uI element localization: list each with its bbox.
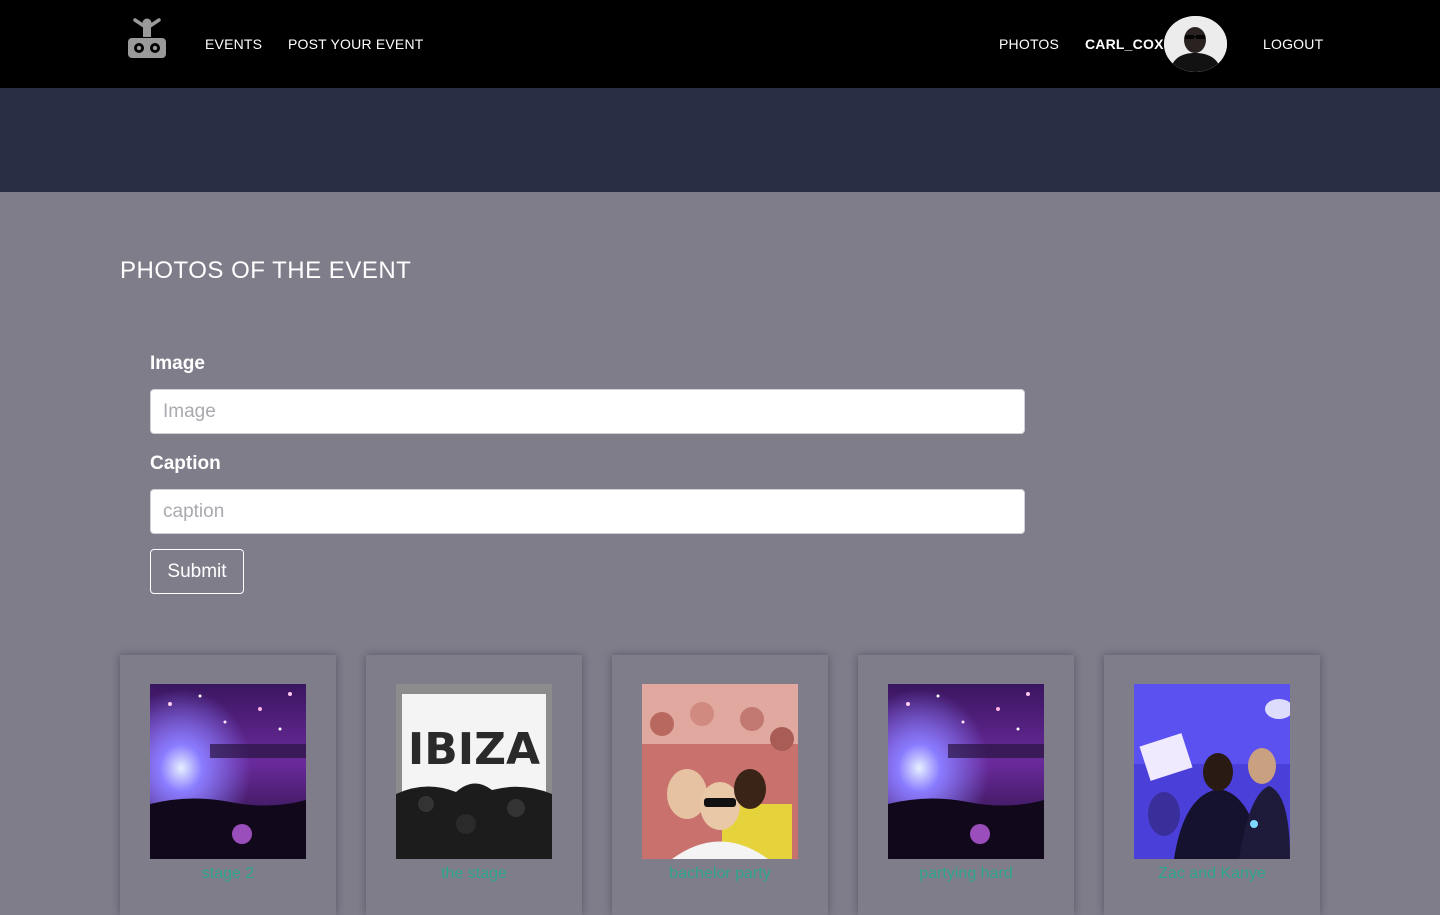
- dj-robot-logo-icon[interactable]: [125, 16, 169, 62]
- photo-caption-link[interactable]: stage 2: [120, 863, 336, 885]
- ibiza-sign-text: IBIZA: [408, 724, 540, 775]
- photo-card: partying hard: [858, 655, 1074, 915]
- photo-zac-and-kanye[interactable]: [1134, 684, 1290, 859]
- page-title: PHOTOS OF THE EVENT: [120, 257, 412, 284]
- user-avatar[interactable]: [1164, 16, 1227, 72]
- image-field-label: Image: [150, 353, 205, 374]
- top-navbar: EVENTS POST YOUR EVENT PHOTOS CARL_COX L…: [0, 0, 1440, 88]
- photo-caption-link[interactable]: Zac and Kanye: [1104, 863, 1320, 885]
- caption-input[interactable]: [150, 489, 1025, 534]
- photo-card: IBIZA the stage: [366, 655, 582, 915]
- caption-field-label: Caption: [150, 453, 221, 474]
- photo-card: stage 2: [120, 655, 336, 915]
- photo-caption-link[interactable]: partying hard: [858, 863, 1074, 885]
- submit-button[interactable]: Submit: [150, 549, 244, 594]
- photo-card: bachelor party: [612, 655, 828, 915]
- photo-stage-2[interactable]: [150, 684, 306, 859]
- header-banner: [0, 88, 1440, 192]
- nav-events-link[interactable]: EVENTS: [205, 35, 262, 53]
- nav-photos-link[interactable]: PHOTOS: [999, 35, 1059, 53]
- photo-caption-link[interactable]: bachelor party: [612, 863, 828, 885]
- photo-partying-hard[interactable]: [888, 684, 1044, 859]
- nav-username-link[interactable]: CARL_COX: [1085, 35, 1164, 53]
- nav-logout-link[interactable]: LOGOUT: [1263, 35, 1323, 53]
- photo-the-stage[interactable]: IBIZA: [396, 684, 552, 859]
- image-input[interactable]: [150, 389, 1025, 434]
- photo-caption-link[interactable]: the stage: [366, 863, 582, 885]
- photo-bachelor-party[interactable]: [642, 684, 798, 859]
- photo-card: Zac and Kanye: [1104, 655, 1320, 915]
- nav-post-event-link[interactable]: POST YOUR EVENT: [288, 35, 424, 53]
